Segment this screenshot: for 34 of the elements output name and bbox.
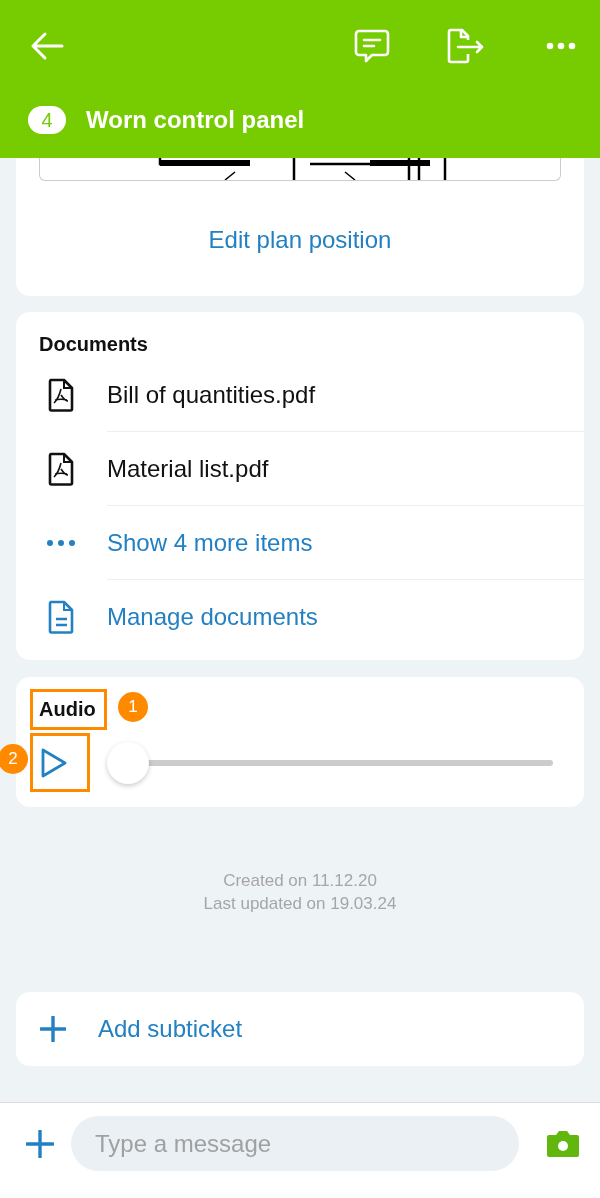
document-link[interactable]: Bill of quantities.pdf bbox=[107, 381, 316, 409]
message-field[interactable]: Type a message bbox=[71, 1116, 519, 1171]
pdf-file-icon bbox=[47, 452, 74, 486]
camera-button[interactable] bbox=[546, 1128, 580, 1159]
step-badge: 2 bbox=[0, 744, 28, 774]
add-button[interactable] bbox=[26, 1129, 54, 1158]
show-more-link[interactable]: Show 4 more items bbox=[107, 529, 313, 557]
section-title: Audio bbox=[39, 697, 96, 722]
section-title: Documents bbox=[39, 332, 149, 357]
document-link[interactable]: Material list.pdf bbox=[107, 455, 269, 483]
plus-icon bbox=[26, 1129, 54, 1158]
more-dots-icon bbox=[45, 539, 76, 547]
export-document-icon bbox=[446, 28, 486, 64]
ticket-title: Worn control panel bbox=[86, 106, 305, 134]
back-button[interactable] bbox=[30, 31, 64, 61]
edit-plan-position-link[interactable]: Edit plan position bbox=[208, 226, 392, 254]
comment-button[interactable] bbox=[354, 28, 390, 64]
back-arrow-icon bbox=[30, 31, 64, 61]
document-icon bbox=[47, 600, 74, 634]
more-dots-icon bbox=[546, 42, 576, 50]
pdf-file-icon bbox=[47, 378, 74, 412]
audio-slider[interactable] bbox=[107, 741, 553, 784]
export-button[interactable] bbox=[446, 28, 486, 64]
step-badge: 1 bbox=[118, 692, 148, 722]
created-date: Created on 11.12.20 bbox=[223, 870, 377, 892]
add-subticket-button[interactable]: Add subticket bbox=[16, 992, 584, 1066]
comment-icon bbox=[354, 28, 390, 64]
play-icon bbox=[40, 746, 68, 779]
manage-documents-link[interactable]: Manage documents bbox=[107, 603, 318, 631]
updated-date: Last updated on 19.03.24 bbox=[203, 893, 397, 915]
plus-icon bbox=[40, 1016, 66, 1042]
ticket-number-badge: 4 bbox=[28, 106, 66, 134]
more-button[interactable] bbox=[546, 42, 576, 50]
camera-icon bbox=[546, 1128, 580, 1159]
